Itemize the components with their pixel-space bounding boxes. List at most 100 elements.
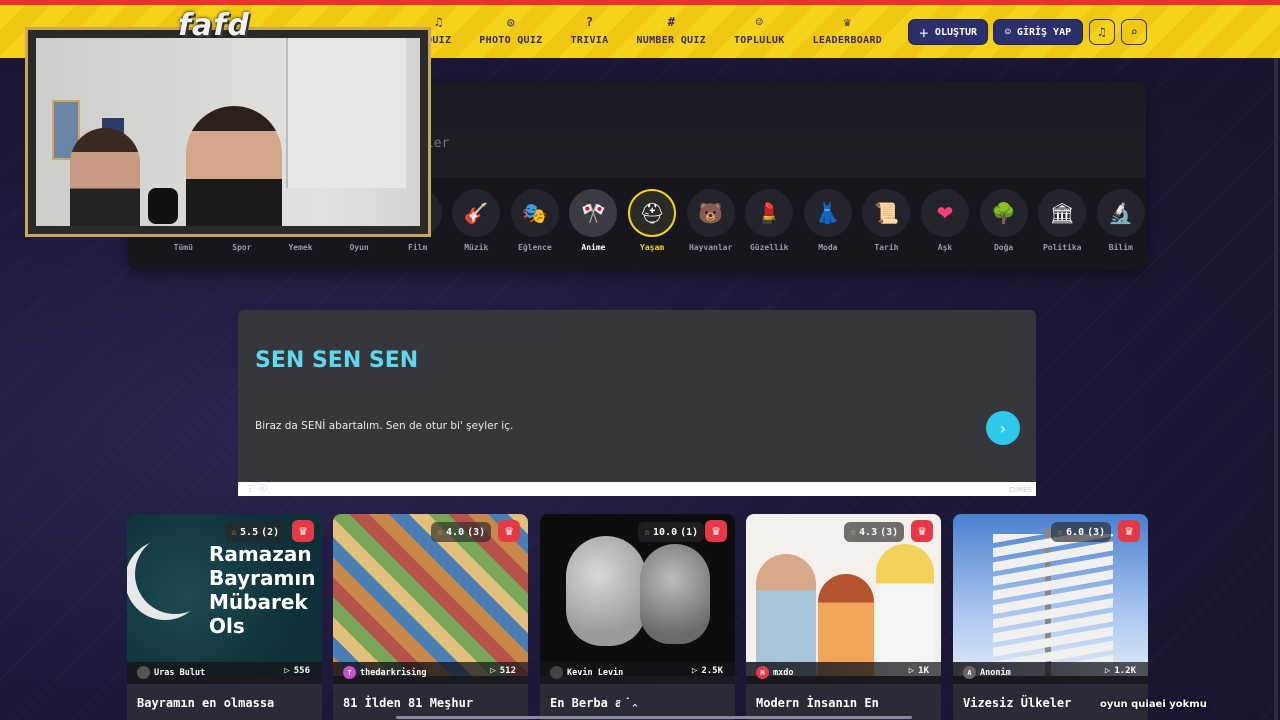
author[interactable]: Mmxdo: [756, 666, 793, 679]
banner-title: SEN SEN SEN: [255, 348, 419, 373]
category-doga[interactable]: 🌳 Doğa: [974, 189, 1033, 252]
category-yasam[interactable]: ⛑ Yaşam: [623, 189, 682, 252]
category-guzellik[interactable]: 💄 Güzellik: [740, 189, 799, 252]
category-label: Oyun: [349, 243, 369, 252]
horizontal-scrollbar[interactable]: [396, 716, 912, 719]
card-meta: Kevin Levin ▷ 2.5K: [540, 662, 735, 684]
category-hayvanlar[interactable]: 🐻 Hayvanlar: [681, 189, 740, 252]
create-button[interactable]: ＋ OLUŞTUR: [908, 19, 988, 45]
play-count: ▷ 1K: [909, 666, 929, 676]
quiz-card[interactable]: ☆ 6.0 (3) ♛ A Anonim ▷ 1.2K Vizesiz Ülkeler: [953, 514, 1148, 720]
play-count: ▷ 2.5K: [692, 666, 723, 676]
users-icon: ☺: [755, 15, 763, 29]
nav-label: TRIVIA: [570, 35, 609, 46]
banner-footer: [238, 482, 1036, 496]
play-icon: ▷: [490, 666, 496, 676]
rating-count: (2): [261, 526, 280, 538]
category-politika[interactable]: 🏛 Politika: [1033, 189, 1092, 252]
lipstick-icon: 💄: [745, 189, 794, 237]
category-tarih[interactable]: 📜 Tarih: [857, 189, 916, 252]
page-scrollbar[interactable]: [1274, 0, 1278, 720]
quiz-card[interactable]: ☆ 4.0 (3) ♛ Tthedarkrising ▷ 512 81 İlden 8…: [333, 514, 528, 720]
nav-label: PHOTO QUIZ: [479, 35, 543, 46]
category-label: Güzellik: [749, 243, 789, 252]
nav-label: NUMBER QUIZ: [636, 35, 706, 46]
ad-info-icon[interactable]: ⋮ ⓘ: [246, 483, 267, 494]
login-button-label: GİRİŞ YAP: [1016, 26, 1072, 38]
collapse-button[interactable]: ⌃: [620, 699, 650, 717]
webcam-overlay: fafd: [28, 8, 430, 234]
category-moda[interactable]: 👗 Moda: [799, 189, 858, 252]
tree-icon: 🌳: [979, 189, 1028, 237]
category-label: Eğlence: [518, 243, 552, 252]
quiz-card[interactable]: Ramazan Bayramın Mübarek Ols ☆ 5.5 (2) ♛ U…: [127, 514, 322, 720]
webcam-person-right: [186, 106, 282, 226]
avatar: [137, 666, 150, 679]
crescent-moon-icon: [135, 534, 215, 614]
avatar: A: [963, 666, 976, 679]
play-icon: ▷: [1104, 666, 1111, 676]
mask-image: [640, 544, 710, 644]
webcam-person-left: [70, 128, 140, 226]
crown-icon[interactable]: ♛: [498, 520, 520, 542]
category-label: Politika: [1042, 243, 1082, 252]
play-count: ▷ 556: [284, 666, 310, 676]
crown-icon[interactable]: ♛: [292, 520, 314, 542]
author[interactable]: Kevin Levin: [550, 666, 623, 679]
crown-icon[interactable]: ♛: [911, 520, 933, 542]
rating-value: 5.5: [240, 526, 259, 538]
play-count-value: 2.5K: [701, 666, 723, 676]
notification-button[interactable]: ♫: [1089, 19, 1115, 45]
nav-label: TOPLULUK: [733, 35, 785, 46]
quiz-card[interactable]: ☆ 10.0 (1) ♛ Kevin Levin ▷ 2.5K En Berba ad…: [540, 514, 735, 720]
category-eglence[interactable]: 🎭 Eğlence: [506, 189, 565, 252]
author-name: mxdo: [773, 667, 794, 678]
card-meta: Mmxdo ▷ 1K: [746, 662, 941, 684]
author[interactable]: Tthedarkrising: [343, 666, 427, 679]
webcam-logo: fafd: [178, 8, 250, 43]
banner-next-button[interactable]: ›: [986, 411, 1020, 445]
category-bilim[interactable]: 🔬 Bilim: [1092, 189, 1151, 252]
dress-icon: 👗: [803, 189, 852, 237]
signpost-image: [993, 534, 1113, 664]
play-count-value: 512: [499, 666, 516, 676]
category-anime[interactable]: 🎌 Anime: [564, 189, 623, 252]
category-label: Bilim: [1108, 243, 1133, 252]
avatar: T: [343, 666, 356, 679]
card-title: Modern İnsanın En: [756, 696, 879, 710]
rating-badge: ☆ 10.0 (1): [638, 522, 705, 542]
bear-icon: 🐻: [686, 189, 735, 237]
category-label: Doğa: [993, 243, 1014, 252]
nav-leaderboard[interactable]: ♛ LEADERBOARD: [799, 14, 897, 46]
author-name: Anonim: [980, 667, 1011, 678]
nav-photo-quiz[interactable]: ◎ PHOTO QUIZ: [465, 14, 556, 46]
quiz-card[interactable]: ☆ 4.3 (3) ♛ Mmxdo ▷ 1K Modern İnsanın En: [746, 514, 941, 720]
microphone-icon: [148, 188, 178, 224]
crossed-flags-icon: 🎌: [569, 189, 618, 237]
category-ask[interactable]: ❤ Aşk: [916, 189, 975, 252]
star-icon: ☆: [850, 526, 857, 538]
login-button[interactable]: ☺ GİRİŞ YAP: [993, 19, 1083, 45]
play-count: ▷ 512: [490, 666, 516, 676]
main-nav: ♫ QUIZ ◎ PHOTO QUIZ ? TRIVIA # NUMBER QUIZ ☺…: [412, 14, 896, 46]
author-name: thedarkrising: [360, 667, 427, 678]
microscope-icon: 🔬: [1096, 189, 1145, 237]
crown-icon[interactable]: ♛: [705, 520, 727, 542]
category-label: Moda: [818, 243, 838, 252]
category-muzik[interactable]: 🎸 Müzik: [447, 189, 506, 252]
play-icon: ▷: [284, 666, 290, 676]
promo-banner[interactable]: SEN SEN SEN Biraz da SENİ abartalım. Sen…: [238, 310, 1036, 496]
crown-icon[interactable]: ♛: [1118, 520, 1140, 542]
nav-topluluk[interactable]: ☺ TOPLULUK: [720, 14, 799, 46]
nav-trivia[interactable]: ? TRIVIA: [557, 14, 623, 46]
nav-number-quiz[interactable]: # NUMBER QUIZ: [622, 14, 720, 46]
star-icon: ☆: [231, 526, 238, 538]
mask-image: [566, 536, 646, 646]
scroll-icon: 📜: [862, 189, 911, 237]
category-label: Müzik: [464, 243, 489, 252]
create-button-label: OLUŞTUR: [934, 26, 978, 38]
author[interactable]: Uras Bulut: [137, 666, 205, 679]
author[interactable]: A Anonim: [963, 666, 1011, 679]
stream-chat-message: oyun quiaei yokmu: [1100, 699, 1207, 710]
search-button[interactable]: ⌕: [1121, 19, 1147, 45]
